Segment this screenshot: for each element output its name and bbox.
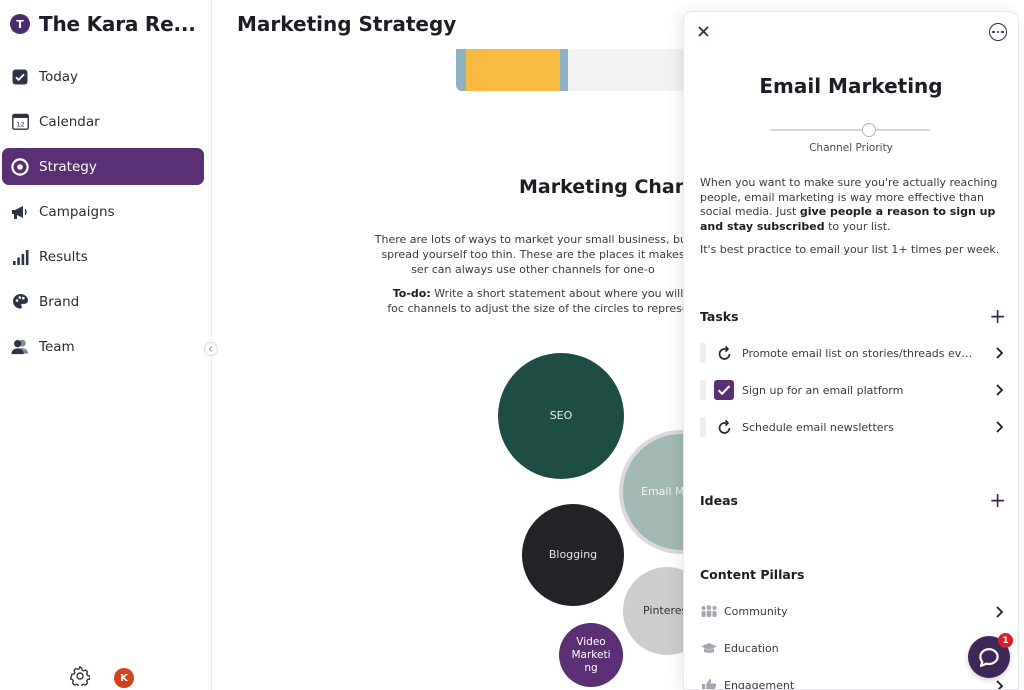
checkmark-icon	[717, 385, 731, 396]
bar-chart-icon	[11, 248, 29, 266]
channel-bubble-blogging[interactable]: Blogging	[522, 504, 624, 606]
panel-title: Email Marketing	[759, 74, 943, 98]
todo-text: To-do: Write a short statement about whe…	[383, 286, 693, 316]
sidebar: T The Kara Re... Today 12 Calendar Strat…	[0, 0, 218, 690]
todo-body: Write a short statement about where you …	[387, 287, 689, 315]
user-avatar[interactable]: K	[114, 668, 134, 688]
bubble-label: SEO	[549, 409, 573, 422]
sidebar-item-calendar[interactable]: 12 Calendar	[2, 103, 204, 140]
pillar-label: Engagement	[724, 678, 795, 690]
bubble-label: Pinteres	[643, 604, 688, 617]
chevron-right-icon	[996, 384, 1004, 396]
workspace-switcher[interactable]: T The Kara Re...	[10, 12, 196, 36]
page-title: Marketing Strategy	[237, 12, 457, 36]
section-title: Marketing Chan	[519, 176, 689, 198]
community-icon	[700, 603, 718, 619]
desc-tail: to your list.	[824, 219, 891, 233]
chevron-right-icon	[996, 680, 1004, 689]
recurring-icon	[714, 417, 734, 437]
sidebar-item-today[interactable]: Today	[2, 58, 204, 95]
thumbs-up-icon	[700, 677, 718, 689]
sidebar-footer: K	[69, 665, 134, 690]
slider-track	[770, 129, 930, 131]
close-icon[interactable]	[696, 24, 710, 38]
more-options-icon[interactable]	[989, 23, 1007, 41]
channel-description: When you want to make sure you're actual…	[700, 176, 1004, 234]
workspace-name: The Kara Re...	[39, 12, 196, 36]
pillar-label: Community	[724, 604, 788, 618]
pillar-row-community[interactable]: Community	[700, 600, 1008, 622]
calendar-icon-day: 12	[16, 121, 24, 129]
pillar-label: Education	[724, 641, 779, 655]
task-row[interactable]: Promote email list on stories/threads ev…	[700, 341, 1008, 365]
gear-icon[interactable]	[69, 665, 91, 690]
allocation-segment	[466, 49, 560, 91]
sidebar-item-label: Team	[39, 338, 75, 355]
allocation-segment	[560, 49, 568, 91]
sidebar-item-brand[interactable]: Brand	[2, 283, 204, 320]
add-idea-button[interactable]: +	[989, 490, 1006, 510]
add-task-button[interactable]: +	[989, 306, 1006, 326]
bubble-label: Video Marketi ng	[571, 635, 611, 674]
sidebar-item-label: Campaigns	[39, 203, 115, 220]
chat-notification-badge: 1	[998, 633, 1013, 648]
chat-bubble-icon	[979, 647, 999, 667]
channel-detail-panel: Email Marketing Channel Priority When yo…	[683, 11, 1019, 690]
content-pillars-heading: Content Pillars	[700, 567, 805, 582]
drag-handle[interactable]	[700, 417, 706, 437]
intro-text: There are lots of ways to market your sm…	[374, 233, 692, 276]
target-icon	[11, 157, 29, 176]
slider-thumb[interactable]	[862, 123, 877, 137]
pillar-row-engagement[interactable]: Engagement	[700, 674, 1008, 690]
channel-priority-label: Channel Priority	[809, 142, 893, 154]
chevron-right-icon	[996, 606, 1004, 618]
recurring-icon	[714, 343, 734, 363]
drag-handle[interactable]	[700, 380, 706, 400]
sidebar-nav: Today 12 Calendar Strategy Campaigns Res…	[2, 58, 204, 373]
tasks-heading: Tasks	[700, 309, 739, 324]
megaphone-icon	[11, 203, 29, 221]
chevron-right-icon	[996, 421, 1004, 433]
task-label: Promote email list on stories/threads ev…	[742, 346, 978, 360]
team-icon	[11, 338, 29, 356]
sidebar-item-label: Strategy	[39, 158, 97, 175]
check-square-icon	[11, 68, 29, 86]
channel-bubble-seo[interactable]: SEO	[498, 353, 624, 479]
task-row[interactable]: Schedule email newsletters	[700, 415, 1008, 439]
pillar-row-education[interactable]: Education	[700, 637, 1008, 659]
ideas-heading: Ideas	[700, 493, 738, 508]
drag-handle[interactable]	[700, 343, 706, 363]
sidebar-item-label: Results	[39, 248, 88, 265]
todo-label: To-do:	[392, 287, 431, 300]
allocation-segment	[456, 49, 466, 91]
sidebar-item-label: Today	[39, 68, 79, 85]
task-label: Schedule email newsletters	[742, 420, 894, 434]
channel-tip: It's best practice to email your list 1+…	[700, 243, 1000, 256]
sidebar-item-strategy[interactable]: Strategy	[2, 148, 204, 185]
sidebar-item-label: Brand	[39, 293, 80, 310]
sidebar-item-label: Calendar	[39, 113, 100, 130]
workspace-avatar: T	[10, 14, 30, 34]
palette-icon	[11, 293, 29, 311]
bubble-label: Blogging	[548, 548, 598, 561]
channel-priority-slider[interactable]	[770, 123, 930, 137]
calendar-icon: 12	[11, 113, 29, 131]
task-row[interactable]: Sign up for an email platform	[700, 378, 1008, 402]
channel-allocation-bar	[456, 49, 716, 91]
task-checkbox-checked[interactable]	[714, 380, 734, 400]
channel-bubble-video[interactable]: Video Marketi ng	[559, 623, 623, 687]
graduation-cap-icon	[700, 640, 718, 656]
sidebar-item-team[interactable]: Team	[2, 328, 204, 365]
sidebar-item-campaigns[interactable]: Campaigns	[2, 193, 204, 230]
chevron-right-icon	[996, 347, 1004, 359]
sidebar-item-results[interactable]: Results	[2, 238, 204, 275]
task-label: Sign up for an email platform	[742, 383, 904, 397]
